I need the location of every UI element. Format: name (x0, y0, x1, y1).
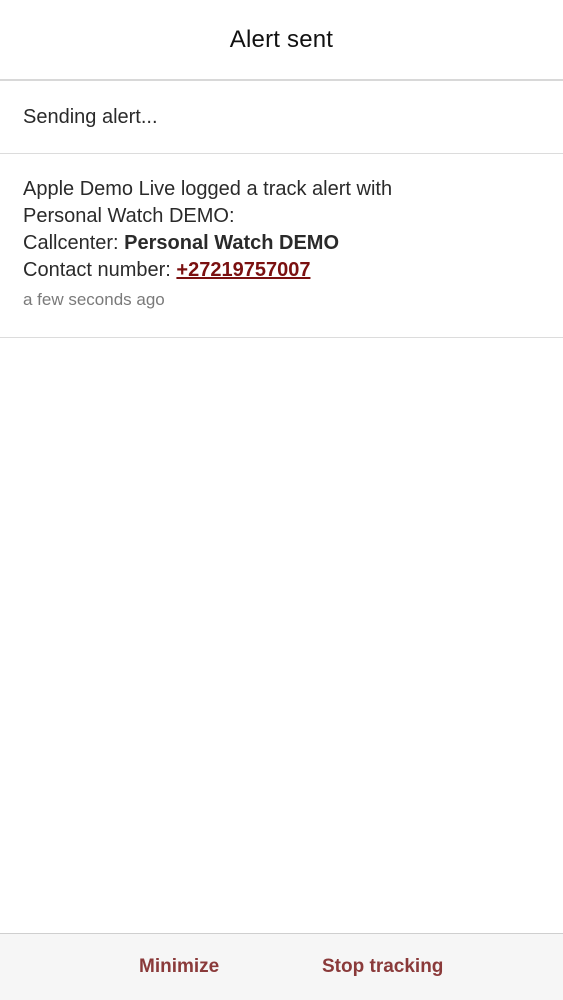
minimize-button[interactable]: Minimize (139, 956, 219, 978)
contact-label: Contact number: (23, 259, 177, 281)
page-title: Alert sent (229, 25, 334, 53)
contact-line: Contact number: +27219757007 (23, 257, 540, 284)
alert-line-1: Apple Demo Live logged a track alert wit… (23, 178, 393, 200)
bottom-toolbar: Minimize Stop tracking (0, 933, 563, 1000)
status-text: Sending alert... (23, 105, 158, 128)
alert-timestamp: a few seconds ago (23, 290, 165, 309)
callcenter-line: Callcenter: Personal Watch DEMO (23, 230, 540, 257)
stop-tracking-button[interactable]: Stop tracking (322, 956, 443, 978)
status-row: Sending alert... (0, 81, 563, 154)
callcenter-value: Personal Watch DEMO (124, 232, 340, 254)
contact-number-link[interactable]: +27219757007 (176, 259, 310, 281)
navigation-bar: Alert sent (0, 0, 563, 81)
alert-sent-screen: Alert sent Sending alert... Apple Demo L… (0, 0, 563, 1000)
callcenter-label: Callcenter: (23, 232, 125, 254)
alert-line-2: Personal Watch DEMO: (23, 205, 235, 227)
alert-message: Apple Demo Live logged a track alert wit… (0, 154, 563, 338)
